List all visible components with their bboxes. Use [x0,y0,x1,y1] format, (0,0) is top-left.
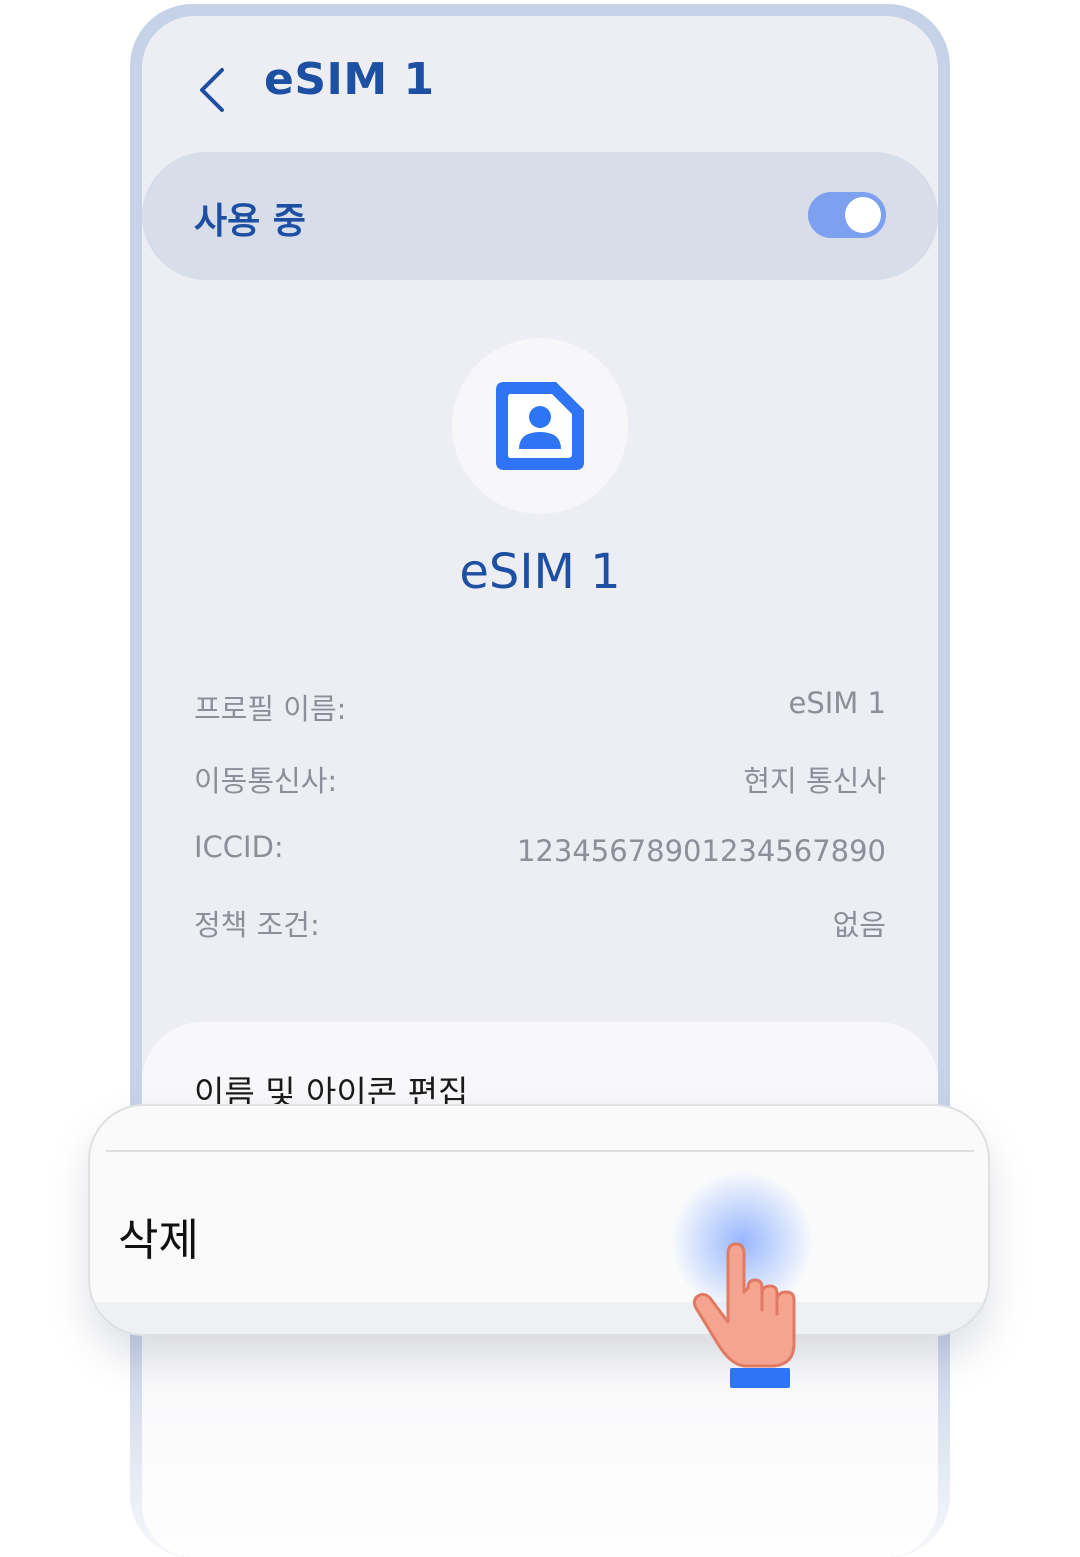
pointing-hand-icon [692,1242,796,1388]
info-label-carrier: 이동통신사: [194,764,338,798]
delete-item[interactable]: 삭제 [118,1204,199,1268]
chevron-left-icon [200,68,224,112]
info-value-iccid: 12345678901234567890 [516,834,886,868]
sim-card-person-icon [496,382,584,470]
in-use-row[interactable]: 사용 중 [142,152,938,280]
info-label-policy: 정책 조건: [194,908,320,942]
delete-highlight-card: 삭제 [88,1104,990,1336]
bottom-fade [130,1324,950,1557]
info-label-iccid: ICCID: [194,830,284,864]
toggle-knob [845,197,881,233]
in-use-label: 사용 중 [194,201,306,242]
page-title: eSIM 1 [264,54,435,105]
info-value-carrier: 현지 통신사 [743,764,886,798]
back-button[interactable] [194,64,234,116]
info-label-profile-name: 프로필 이름: [194,692,347,726]
info-value-policy: 없음 [832,908,886,942]
divider [106,1150,974,1152]
profile-avatar [452,338,628,514]
in-use-toggle[interactable] [808,192,886,238]
info-value-profile-name: eSIM 1 [788,686,887,720]
profile-name-title: eSIM 1 [459,544,621,600]
card-bottom-strip [90,1302,988,1334]
